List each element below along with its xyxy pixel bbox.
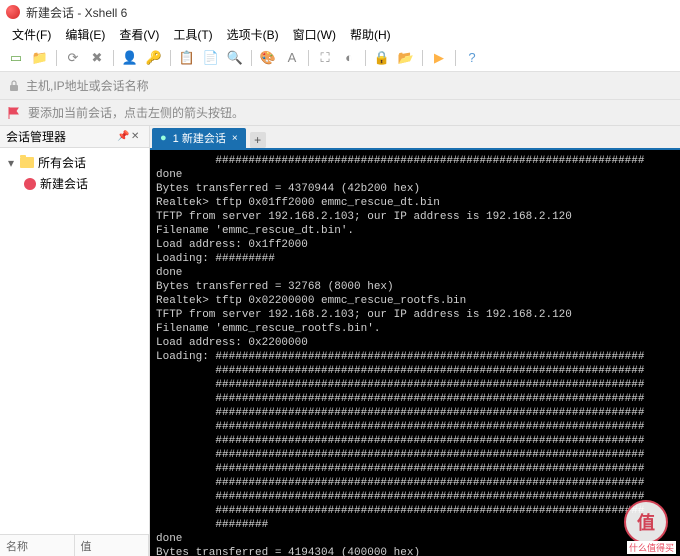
tree-folder-label: 所有会话: [38, 154, 86, 171]
menu-tools[interactable]: 工具(T): [167, 24, 218, 45]
watermark-sub: 什么值得买: [627, 541, 676, 554]
session-tree: ▾ 所有会话 新建会话: [0, 148, 149, 534]
tree-session-item[interactable]: 新建会话: [4, 173, 145, 194]
tab-close-icon[interactable]: ×: [232, 133, 238, 144]
tab-active[interactable]: ● 1 新建会话 ×: [152, 128, 246, 148]
sidebar: 会话管理器 📌 ✕ ▾ 所有会话 新建会话 名称 值: [0, 126, 150, 556]
toolbar: ▭📁 ⟳✖ 👤🔑 📋📄🔍 🎨A ⛶◐ 🔒📂 ▶?: [0, 44, 680, 72]
close-panel-icon[interactable]: ✕: [131, 131, 143, 143]
menu-edit[interactable]: 编辑(E): [59, 24, 111, 45]
content-area: ● 1 新建会话 × + ###########################…: [150, 126, 680, 556]
footer-col-name: 名称: [0, 535, 75, 556]
hintbar: 要添加当前会话，点击左侧的箭头按钮。: [0, 100, 680, 126]
menu-file[interactable]: 文件(F): [6, 24, 57, 45]
window-title: 新建会话 - Xshell 6: [26, 4, 127, 21]
color-icon[interactable]: 🎨: [258, 48, 278, 68]
transparent-icon[interactable]: ◐: [339, 48, 359, 68]
lock-icon: [8, 80, 20, 92]
copy-icon[interactable]: 📋: [177, 48, 197, 68]
titlebar: 新建会话 - Xshell 6: [0, 0, 680, 24]
tab-strip: ● 1 新建会话 × +: [150, 126, 680, 148]
pin-icon[interactable]: 📌: [117, 131, 129, 143]
main-area: 会话管理器 📌 ✕ ▾ 所有会话 新建会话 名称 值 ●: [0, 126, 680, 556]
disconnect-icon[interactable]: ✖: [87, 48, 107, 68]
new-icon[interactable]: ▭: [6, 48, 26, 68]
hint-text: 要添加当前会话，点击左侧的箭头按钮。: [28, 104, 244, 121]
tree-folder-all[interactable]: ▾ 所有会话: [4, 152, 145, 173]
help-icon[interactable]: ?: [462, 48, 482, 68]
tab-add-button[interactable]: +: [250, 132, 266, 148]
key-icon[interactable]: 🔑: [144, 48, 164, 68]
sidebar-footer: 名称 值: [0, 534, 149, 556]
tab-bullet-icon: ●: [160, 132, 167, 144]
session-icon: [24, 178, 36, 190]
lock-icon[interactable]: 🔒: [372, 48, 392, 68]
folder-icon: [20, 157, 34, 168]
addressbar[interactable]: 主机,IP地址或会话名称: [0, 72, 680, 100]
paste-icon[interactable]: 📄: [201, 48, 221, 68]
profile-icon[interactable]: 👤: [120, 48, 140, 68]
font-icon[interactable]: A: [282, 48, 302, 68]
menu-help[interactable]: 帮助(H): [344, 24, 397, 45]
menu-view[interactable]: 查看(V): [113, 24, 165, 45]
sidebar-title: 会话管理器: [6, 128, 66, 145]
addressbar-placeholder: 主机,IP地址或会话名称: [26, 77, 149, 94]
sidebar-header: 会话管理器 📌 ✕: [0, 126, 149, 148]
open-icon[interactable]: 📁: [30, 48, 50, 68]
watermark-badge: 值: [624, 500, 668, 544]
terminal[interactable]: ########################################…: [150, 148, 680, 556]
ftp-icon[interactable]: 📂: [396, 48, 416, 68]
menu-window[interactable]: 窗口(W): [287, 24, 342, 45]
menubar: 文件(F) 编辑(E) 查看(V) 工具(T) 选项卡(B) 窗口(W) 帮助(…: [0, 24, 680, 44]
flag-icon: [8, 107, 22, 119]
app-icon: [6, 5, 20, 19]
reconnect-icon[interactable]: ⟳: [63, 48, 83, 68]
fullscreen-icon[interactable]: ⛶: [315, 48, 335, 68]
collapse-icon[interactable]: ▾: [8, 156, 16, 170]
footer-col-value: 值: [75, 535, 150, 556]
menu-tabs[interactable]: 选项卡(B): [221, 24, 285, 45]
watermark-char: 值: [637, 509, 655, 535]
tab-label: 1 新建会话: [173, 130, 226, 146]
script-icon[interactable]: ▶: [429, 48, 449, 68]
tree-session-label: 新建会话: [40, 175, 88, 192]
find-icon[interactable]: 🔍: [225, 48, 245, 68]
